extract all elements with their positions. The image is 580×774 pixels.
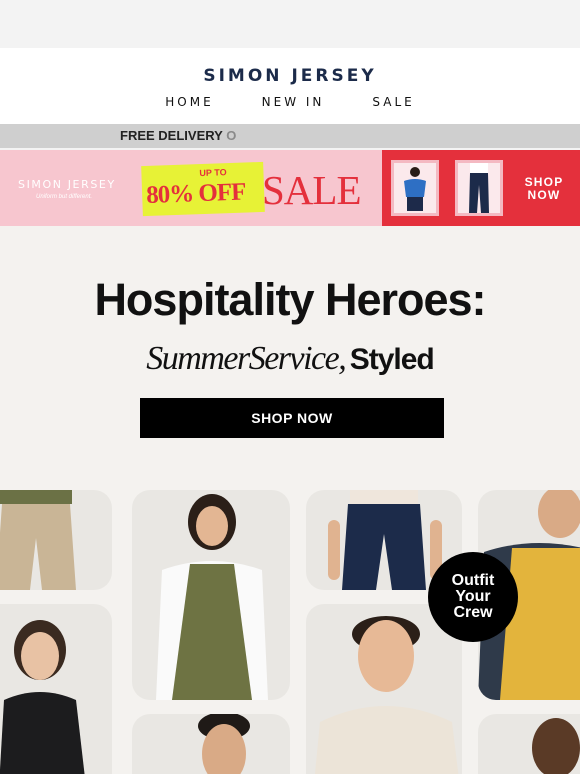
- hero-section: Hospitality Heroes: SummerService, Style…: [0, 226, 580, 774]
- photo-tile-chinos[interactable]: [0, 490, 112, 590]
- top-spacer: [0, 0, 580, 48]
- photo-tile-black-blouse[interactable]: [0, 604, 112, 774]
- ticker-text: FREE DELIVERY O: [120, 128, 236, 143]
- email-header: SIMON JERSEY HOME NEW IN SALE: [0, 48, 580, 124]
- nav-sale[interactable]: SALE: [372, 95, 414, 109]
- banner-shop-line2: NOW: [527, 188, 561, 202]
- badge-line1: Outfit: [451, 572, 495, 589]
- photo-tile-smiling-man[interactable]: [478, 714, 580, 774]
- sale-banner[interactable]: SIMON JERSEY Uniform but different. UP T…: [0, 150, 580, 226]
- ticker-trailing: O: [226, 128, 237, 143]
- product-image-navy-trousers: [455, 160, 503, 216]
- sticker-up-to: UP TO: [199, 167, 227, 179]
- outfit-your-crew-badge[interactable]: Outfit Your Crew: [428, 552, 518, 642]
- badge-line2: Your: [455, 588, 491, 605]
- sale-sticker: UP TO 80% OFF: [141, 161, 265, 217]
- hero-subtitle: SummerService, Styled: [0, 340, 580, 378]
- photo-tile-polo-man[interactable]: [306, 604, 462, 774]
- badge-line3: Crew: [453, 604, 493, 621]
- brand-logo[interactable]: SIMON JERSEY: [0, 66, 580, 86]
- product-image-blue-top: [391, 160, 439, 216]
- hero-title: Hospitality Heroes:: [94, 274, 486, 325]
- photo-tile-olive-apron[interactable]: [132, 490, 290, 700]
- hero-subtitle-script: SummerService,: [146, 340, 346, 377]
- sticker-percent-off: 80% OFF: [145, 178, 246, 209]
- shop-now-button[interactable]: SHOP NOW: [140, 398, 444, 438]
- nav-new-in[interactable]: NEW IN: [262, 95, 325, 109]
- sale-word: SALE: [262, 167, 361, 213]
- promo-ticker: FREE DELIVERY O: [0, 124, 580, 148]
- banner-logo: SIMON JERSEY: [18, 178, 116, 191]
- banner-tagline: Uniform but different.: [36, 194, 93, 200]
- banner-shop-now[interactable]: SHOP NOW: [514, 176, 574, 202]
- nav-home[interactable]: HOME: [165, 95, 213, 109]
- photo-tile-man-portrait[interactable]: [132, 714, 290, 774]
- main-nav: HOME NEW IN SALE: [0, 95, 580, 109]
- ticker-label: FREE DELIVERY: [120, 128, 223, 143]
- hero-subtitle-plain: Styled: [349, 343, 435, 376]
